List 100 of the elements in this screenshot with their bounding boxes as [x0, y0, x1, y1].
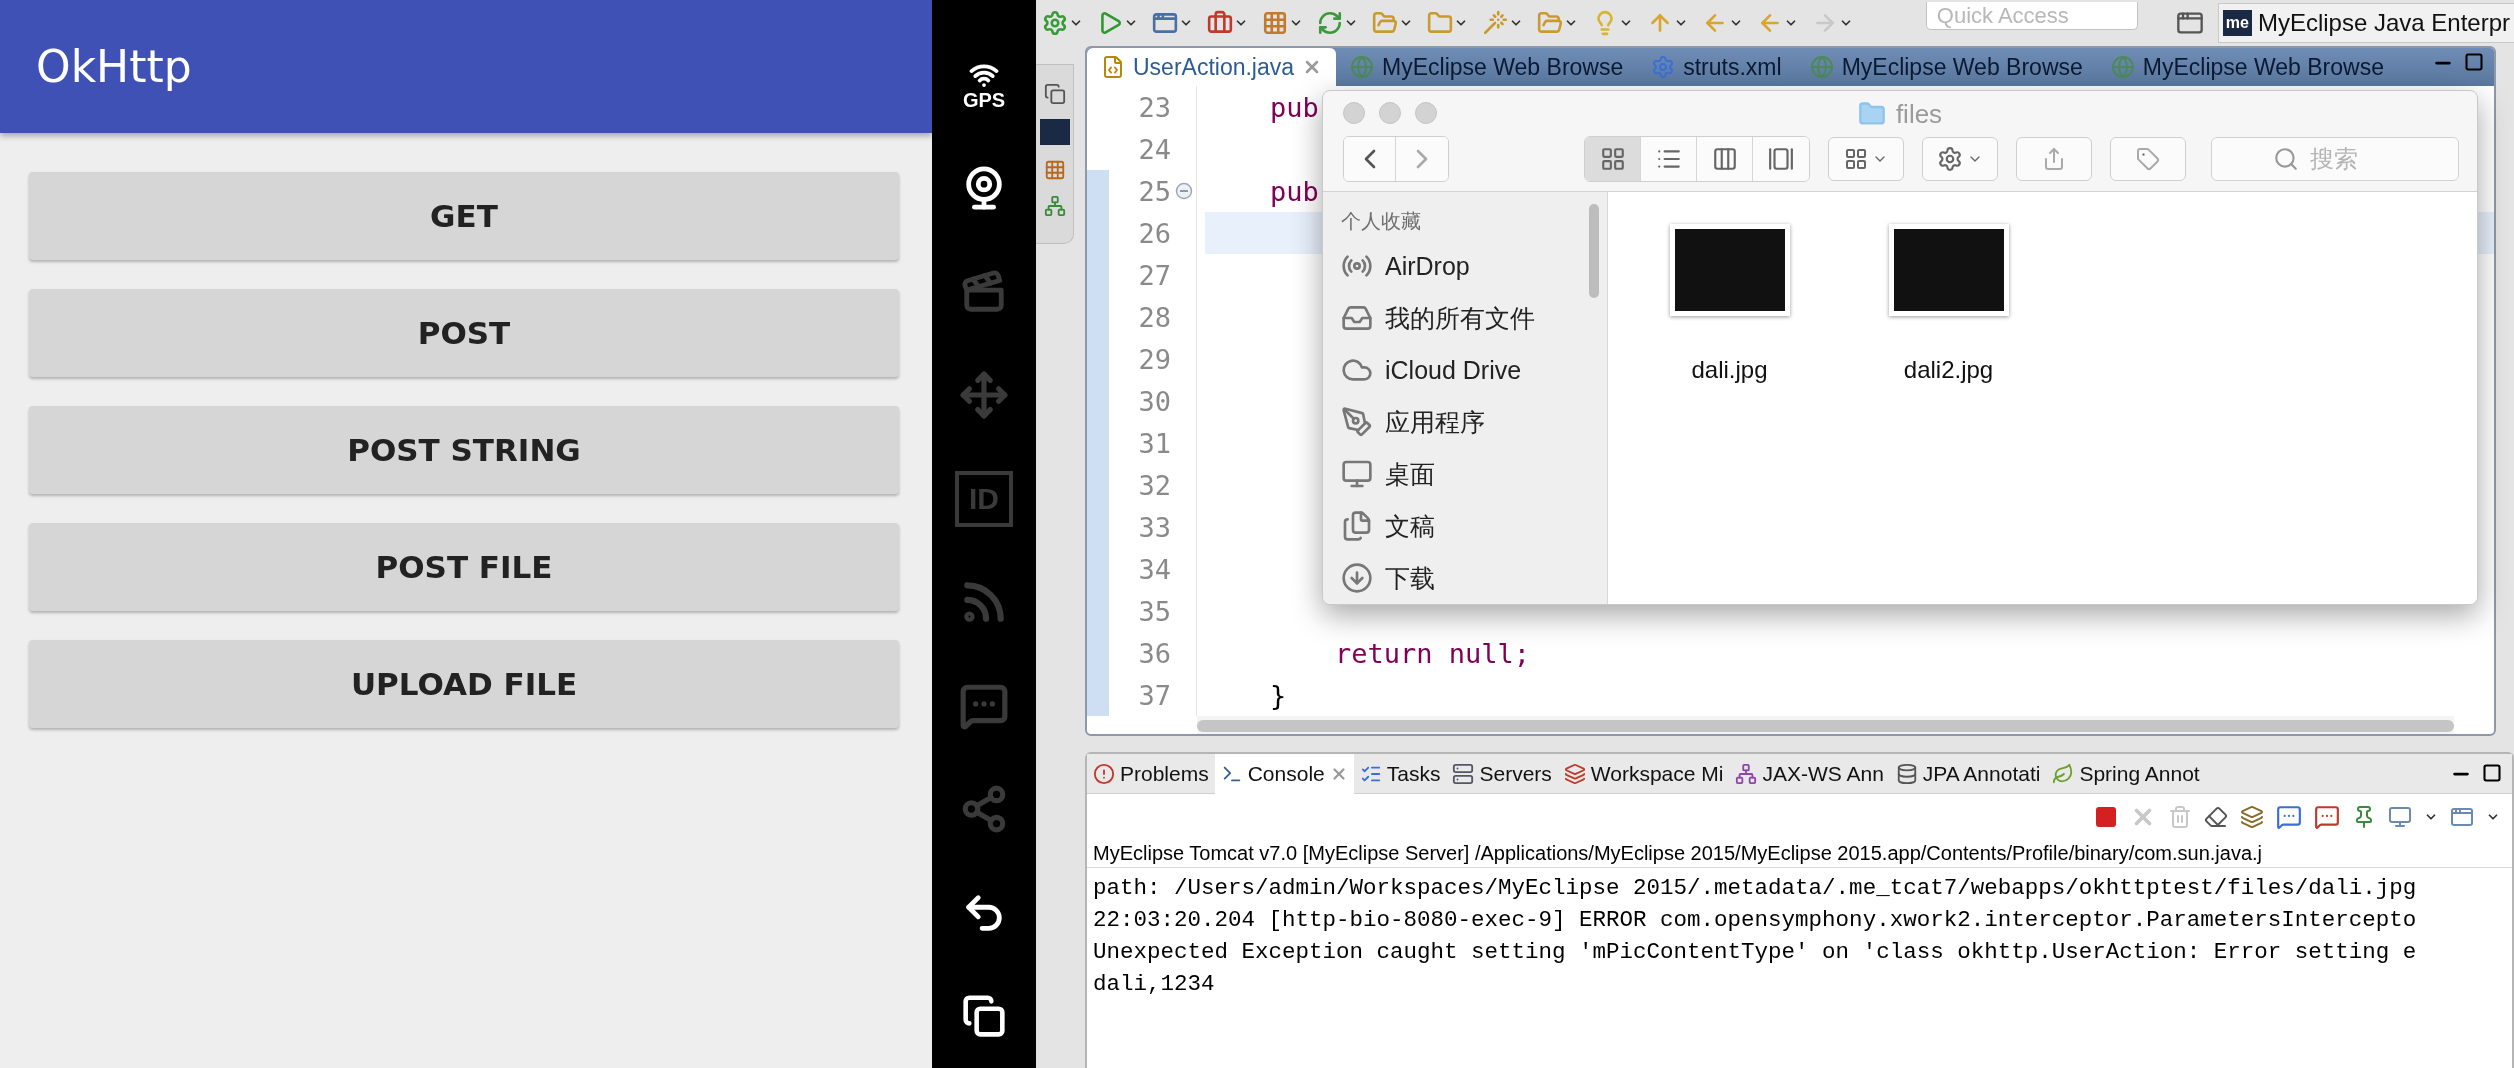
sidebar-item[interactable]: 桌面: [1385, 457, 1435, 491]
sidebar-item[interactable]: iCloud Drive: [1385, 355, 1522, 385]
view-tab[interactable]: JAX-WS Ann: [1729, 753, 1890, 794]
tab-label: struts.xml: [1683, 53, 1782, 81]
code-line: return null;: [1334, 637, 1531, 669]
editor-tab[interactable]: MyEclipse Web Browse: [1336, 48, 1638, 86]
tab-label: UserAction.java: [1133, 53, 1295, 81]
sidebar-item[interactable]: 我的所有文件: [1385, 301, 1535, 335]
columns-icon: [1711, 145, 1738, 172]
share-icon: [2042, 146, 2066, 171]
globe-icon: [1350, 55, 1375, 79]
line-number: 33: [1137, 511, 1171, 543]
back-button[interactable]: [1344, 136, 1396, 181]
tab-label: MyEclipse Web Browse: [2142, 53, 2384, 81]
restore-icon[interactable]: [1043, 83, 1066, 105]
request-button[interactable]: UPLOAD FILE: [29, 640, 899, 728]
java-file-icon: [1101, 55, 1125, 79]
line-number: 27: [1137, 259, 1171, 291]
globe-icon: [1809, 55, 1834, 79]
hierarchy-icon[interactable]: [1043, 195, 1066, 217]
sidebar-item[interactable]: AirDrop: [1385, 251, 1470, 281]
collapse-icon[interactable]: [1174, 182, 1193, 200]
line-number: 35: [1137, 595, 1171, 627]
globe-icon: [2110, 55, 2135, 79]
view-tab[interactable]: Problems: [1087, 753, 1215, 794]
download-icon: [1341, 562, 1373, 594]
line-number: 37: [1137, 679, 1171, 711]
search-icon: [2273, 145, 2299, 172]
stop-icon[interactable]: [2094, 805, 2118, 829]
outline-icon[interactable]: [1043, 159, 1066, 181]
tab-label: Console: [1247, 761, 1325, 786]
grid-icon: [1844, 146, 1868, 171]
action-button[interactable]: [1922, 136, 1998, 181]
editor-tab[interactable]: struts.xml: [1637, 48, 1796, 86]
window-icon[interactable]: [1152, 10, 1178, 36]
line-number: 24: [1137, 133, 1171, 165]
console-line: path: /Users/admin/Workspaces/MyEclipse 2015/.metadata/.me_tcat7/webapps/okhttptest/files/dali.jpg: [1093, 874, 2418, 903]
tab-label: Workspace Mi: [1590, 761, 1724, 786]
clear-console-icon[interactable]: [2204, 805, 2228, 829]
line-number: 26: [1137, 217, 1171, 249]
request-button[interactable]: POST: [29, 289, 899, 377]
view-tab[interactable]: Tasks: [1353, 753, 1447, 794]
request-button[interactable]: GET: [29, 172, 899, 260]
sidebar-item[interactable]: 文稿: [1385, 509, 1435, 543]
file-name[interactable]: dali2.jpg: [1903, 356, 1994, 384]
scrollbar-thumb[interactable]: [1589, 204, 1599, 298]
new-console-icon[interactable]: [2450, 805, 2474, 829]
leaf-icon: [2052, 762, 2075, 785]
arrange-button[interactable]: [1828, 136, 1904, 181]
show-output-icon[interactable]: [2276, 804, 2302, 830]
line-number: 25: [1137, 175, 1171, 207]
scrollbar-thumb[interactable]: [1197, 720, 2454, 732]
view-tab[interactable]: Servers: [1446, 753, 1558, 794]
tab-label: Servers: [1479, 761, 1552, 786]
search-field[interactable]: 搜索: [2211, 136, 2459, 181]
display-console-icon[interactable]: [2388, 805, 2412, 829]
show-error-icon[interactable]: [2314, 804, 2340, 830]
monitor-icon: [1341, 458, 1373, 490]
line-number: 31: [1137, 427, 1171, 459]
line-number: 30: [1137, 385, 1171, 417]
line-number: 34: [1137, 553, 1171, 585]
request-button[interactable]: POST FILE: [29, 523, 899, 611]
view-tab[interactable]: Console: [1214, 753, 1354, 794]
view-tab[interactable]: Spring Annot: [2046, 753, 2206, 794]
recents-icon[interactable]: [962, 994, 1006, 1039]
pen-icon: [1341, 406, 1373, 438]
app-title: OkHttp: [36, 41, 192, 92]
toolbox-icon[interactable]: [1207, 10, 1233, 36]
maximize-icon[interactable]: [2482, 762, 2502, 783]
editor-tab[interactable]: MyEclipse Web Browse: [2096, 48, 2398, 86]
tab-label: Problems: [1120, 761, 1209, 786]
line-number: 23: [1137, 91, 1171, 123]
tab-label: MyEclipse Web Browse: [1841, 53, 2083, 81]
sidebar-item[interactable]: 下载: [1385, 561, 1435, 595]
line-number: 32: [1137, 469, 1171, 501]
tab-label: MyEclipse Web Browse: [1382, 53, 1624, 81]
console-line: Unexpected Exception caught setting 'mPicContentType' on 'class okhttp.UserAction: Error setting e: [1093, 938, 2418, 967]
maximize-icon[interactable]: [2464, 52, 2484, 72]
request-button[interactable]: POST STRING: [29, 406, 899, 494]
view-tab[interactable]: Workspace Mi: [1557, 753, 1730, 794]
tag-icon: [2136, 146, 2160, 171]
perspective-button[interactable]: me MyEclipse Java Enterpr: [2217, 3, 2514, 43]
gear-icon: [1651, 55, 1676, 79]
editor-tab[interactable]: UserAction.java: [1087, 48, 1337, 86]
database-icon: [1895, 762, 1918, 785]
layers-icon: [1563, 762, 1586, 785]
folder-icon: [1857, 100, 1886, 128]
scroll-lock-icon[interactable]: [2240, 805, 2264, 829]
code-line: pub: [1269, 175, 1319, 207]
console-line: 22:03:20.204 [http-bio-8080-exec-9] ERROR com.opensymphony.xwork2.interceptor.ParametersIntercepto: [1093, 906, 2418, 935]
tab-label: Tasks: [1386, 761, 1441, 786]
editor-tab[interactable]: MyEclipse Web Browse: [1795, 48, 2097, 86]
tab-label: Spring Annot: [2079, 761, 2200, 786]
view-tab[interactable]: JPA Annotati: [1889, 753, 2047, 794]
view-mode-button[interactable]: [1585, 136, 1641, 181]
quick-access-field[interactable]: Quick Access: [1925, 2, 2138, 30]
file-name[interactable]: dali.jpg: [1691, 356, 1768, 384]
sidebar-item[interactable]: 应用程序: [1385, 405, 1485, 439]
gps-button[interactable]: GPS: [962, 59, 1006, 110]
code-line: }: [1269, 679, 1287, 711]
